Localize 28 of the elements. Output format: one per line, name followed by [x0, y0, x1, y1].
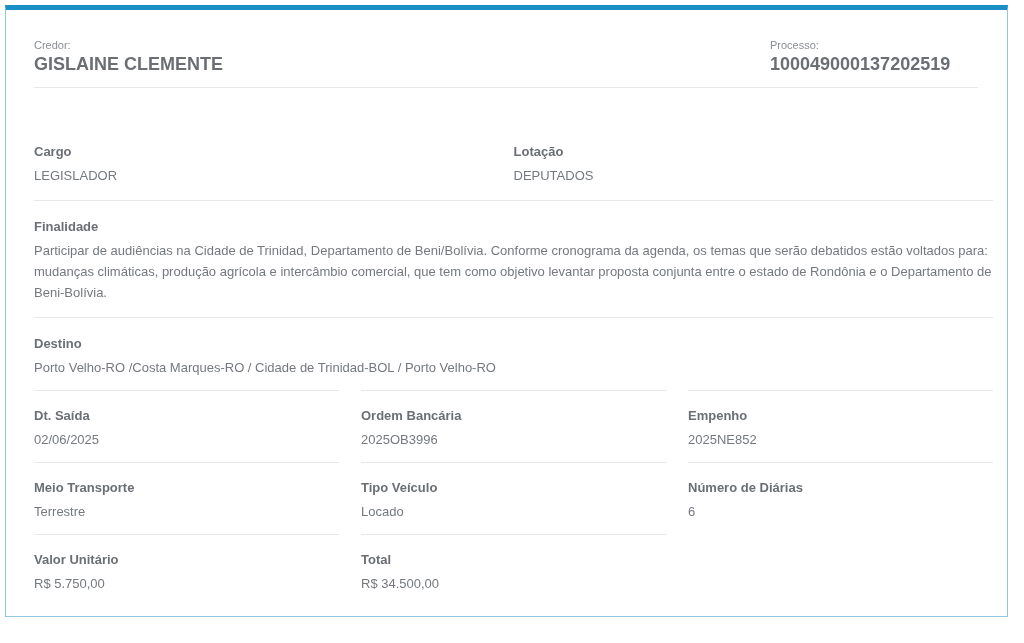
field-value: 02/06/2025	[34, 431, 101, 449]
process-number: 100049000137202519	[770, 54, 952, 75]
field-label: Ordem Bancária	[361, 408, 463, 423]
field-value: Locado	[361, 503, 405, 521]
field-label: Meio Transporte	[34, 480, 136, 495]
field-value: 2025OB3996	[361, 431, 439, 449]
purpose-label: Finalidade	[34, 219, 100, 234]
field-label: Total	[361, 552, 393, 567]
field-label: Lotação	[513, 144, 565, 159]
field-label: Cargo	[34, 144, 73, 159]
field-value: 6	[688, 503, 697, 521]
field-value: LEGISLADOR	[34, 167, 119, 185]
destination-value: Porto Velho-RO /Costa Marques-RO / Cidade de Trinidad-BOL / Porto Velho-RO	[34, 359, 497, 377]
field-value: R$ 5.750,00	[34, 575, 106, 593]
field-value: DEPUTADOS	[513, 167, 595, 185]
creditor-label: Credor:	[34, 39, 72, 51]
destination-label: Destino	[34, 336, 83, 351]
field-label: Valor Unitário	[34, 552, 120, 567]
field-value: 2025NE852	[688, 431, 758, 449]
field-value: R$ 34.500,00	[361, 575, 441, 593]
field-value: Terrestre	[34, 503, 87, 521]
field-label: Dt. Saída	[34, 408, 91, 423]
field-label: Tipo Veículo	[361, 480, 439, 495]
field-label: Número de Diárias	[688, 480, 804, 495]
process-label: Processo:	[770, 39, 820, 51]
purpose-value: Participar de audiências na Cidade de Trinidad, Departamento de Beni/Bolívia. Conforme cronograma da agenda, os temas que serão debatidos estão voltados para: mudanças climáticas, produção agrícola e intercâmbio comercial, que tem como objetivo levantar proposta conjunta entre o estado de Rondônia e o Departamento de Beni-Bolívia.	[34, 242, 993, 302]
field-label: Empenho	[688, 408, 749, 423]
creditor-name: GISLAINE CLEMENTE	[34, 54, 223, 75]
